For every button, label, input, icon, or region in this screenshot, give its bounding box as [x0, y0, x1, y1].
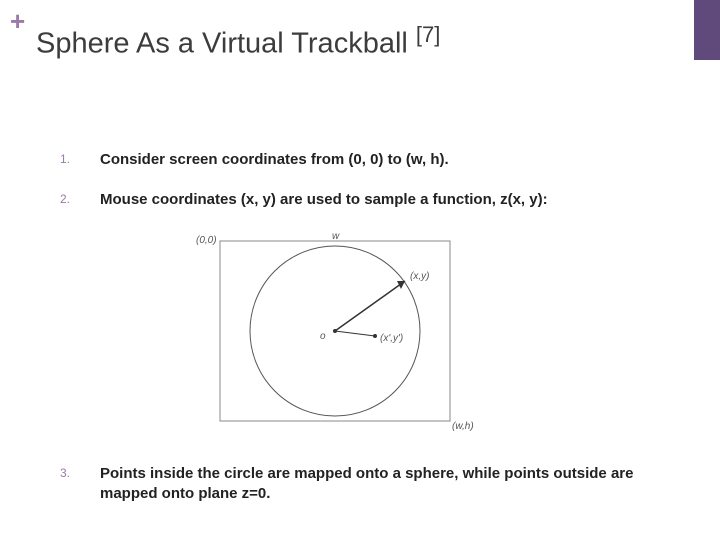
list-number: 1. — [60, 150, 100, 166]
title-citation: [7] — [416, 22, 440, 47]
label-w: w — [332, 231, 340, 242]
label-origin: (0,0) — [196, 235, 217, 246]
diagram-svg: (0,0) w (x,y) o (x',y') (w,h) — [190, 229, 490, 439]
label-wh: (w,h) — [452, 421, 474, 432]
trackball-diagram: (0,0) w (x,y) o (x',y') (w,h) — [190, 229, 680, 444]
accent-block — [694, 0, 720, 60]
list-number: 2. — [60, 190, 100, 206]
list-item: 3. Points inside the circle are mapped o… — [60, 464, 680, 503]
list-text: Mouse coordinates (x, y) are used to sam… — [100, 190, 548, 210]
title-main: Sphere As a Virtual Trackball — [36, 28, 416, 60]
list-number: 3. — [60, 464, 100, 480]
list-item: 1. Consider screen coordinates from (0, … — [60, 150, 680, 170]
label-xyp: (x',y') — [380, 333, 403, 344]
list-text: Consider screen coordinates from (0, 0) … — [100, 150, 449, 170]
page-title: Sphere As a Virtual Trackball [7] — [36, 22, 440, 61]
label-xy: (x,y) — [410, 271, 429, 282]
plus-icon: + — [10, 8, 25, 34]
list-text: Points inside the circle are mapped onto… — [100, 464, 680, 503]
label-center: o — [320, 331, 326, 342]
content-area: 1. Consider screen coordinates from (0, … — [60, 150, 680, 523]
list-item: 2. Mouse coordinates (x, y) are used to … — [60, 190, 680, 210]
